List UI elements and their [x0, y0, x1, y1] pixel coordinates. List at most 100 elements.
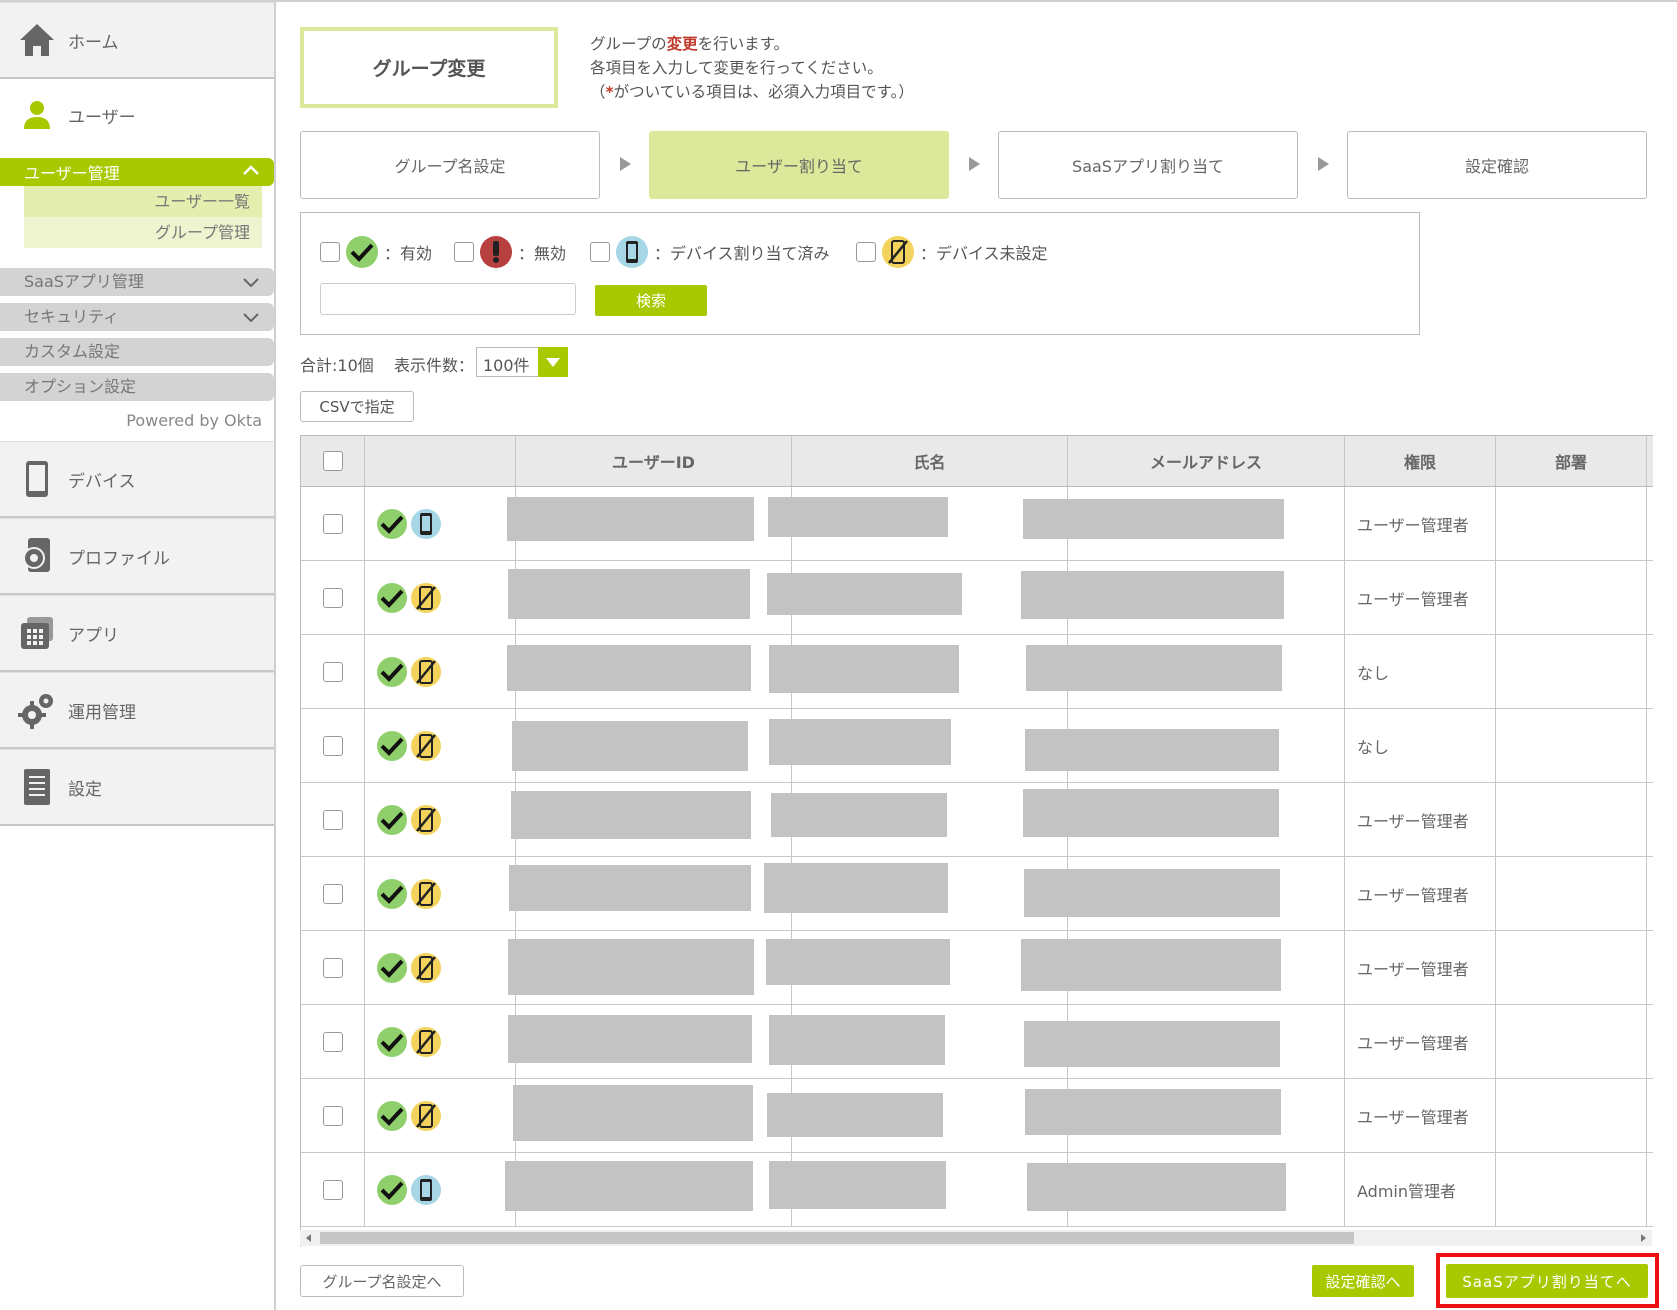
table-row[interactable]: なし — [301, 709, 1653, 783]
sidebar-item-option-settings[interactable]: オプション設定 — [0, 373, 274, 401]
table-row[interactable]: ユーザー管理者 — [301, 783, 1653, 857]
row-checkbox[interactable] — [322, 661, 343, 682]
select-all-checkbox[interactable] — [322, 451, 343, 471]
filter-device-unset[interactable]: ：デバイス未設定 — [856, 236, 1048, 268]
row-select-cell — [301, 1153, 365, 1226]
csv-specify-button[interactable]: CSVで指定 — [300, 391, 414, 422]
sidebar-item-security[interactable]: セキュリティ — [0, 303, 274, 331]
sidebar-item-app[interactable]: アプリ — [0, 595, 274, 672]
header-user-id[interactable]: ユーザーID — [516, 436, 792, 486]
row-checkbox[interactable] — [322, 957, 343, 978]
sidebar-item-saas-app-management[interactable]: SaaSアプリ管理 — [0, 268, 274, 296]
filter-device-unset-checkbox[interactable] — [856, 242, 876, 262]
header-select-all[interactable] — [301, 436, 365, 486]
redacted-name — [767, 573, 962, 615]
redacted-user-id — [513, 1085, 753, 1141]
row-checkbox[interactable] — [322, 1105, 343, 1126]
search-input[interactable] — [320, 283, 576, 315]
sidebar-label-security: セキュリティ — [24, 307, 120, 326]
table-row[interactable]: ユーザー管理者 — [301, 1005, 1653, 1079]
table-row[interactable]: Admin管理者 — [301, 1153, 1653, 1227]
row-department-cell — [1496, 1153, 1647, 1226]
check-icon — [377, 656, 407, 687]
phone-slash-icon — [411, 656, 441, 687]
row-role-cell: ユーザー管理者 — [1345, 931, 1496, 1004]
scroll-right-icon[interactable] — [1641, 1234, 1646, 1242]
sidebar-label-operations: 運用管理 — [68, 702, 136, 723]
row-select-cell — [301, 1079, 365, 1152]
row-status-cell — [365, 783, 516, 856]
header-role[interactable]: 権限 — [1345, 436, 1496, 486]
sidebar-item-user-management[interactable]: ユーザー管理 — [0, 158, 274, 186]
sidebar-subitem-user-list[interactable]: ユーザー一覧 — [24, 186, 262, 217]
sidebar-item-custom-settings[interactable]: カスタム設定 — [0, 338, 274, 366]
redacted-email — [1024, 1021, 1280, 1067]
chevron-down-icon — [242, 307, 260, 335]
filter-valid[interactable]: ：有効 — [320, 236, 432, 268]
sidebar-label-saas: SaaSアプリ管理 — [24, 272, 144, 291]
redacted-name — [771, 793, 947, 837]
sidebar-item-settings[interactable]: 設定 — [0, 749, 274, 826]
sidebar-item-operations[interactable]: 運用管理 — [0, 672, 274, 749]
phone-icon — [411, 1174, 441, 1205]
row-checkbox[interactable] — [322, 513, 343, 534]
check-icon — [377, 508, 407, 539]
step-group-name[interactable]: グループ名設定 — [300, 131, 600, 199]
filter-invalid-checkbox[interactable] — [454, 242, 474, 262]
go-to-saas-assignment-button[interactable]: SaaSアプリ割り当てへ — [1446, 1264, 1648, 1298]
step-user-assignment[interactable]: ユーザー割り当て — [649, 131, 949, 199]
row-checkbox[interactable] — [322, 809, 343, 830]
redacted-user-id — [512, 721, 748, 771]
step-confirm[interactable]: 設定確認 — [1347, 131, 1647, 199]
filter-device-assigned-checkbox[interactable] — [590, 242, 610, 262]
desc-text: 各項目を入力して変更を行ってください。 — [590, 59, 883, 77]
table-row[interactable]: ユーザー管理者 — [301, 561, 1653, 635]
filter-valid-checkbox[interactable] — [320, 242, 340, 262]
sidebar-item-user[interactable]: ユーザー — [0, 79, 274, 151]
back-to-group-name-button[interactable]: グループ名設定へ — [300, 1265, 464, 1297]
row-status-cell — [365, 857, 516, 930]
row-department-cell — [1496, 783, 1647, 856]
header-name[interactable]: 氏名 — [792, 436, 1068, 486]
header-email[interactable]: メールアドレス — [1068, 436, 1345, 486]
step-saas-app-assignment[interactable]: SaaSアプリ割り当て — [998, 131, 1298, 199]
table-row[interactable]: なし — [301, 635, 1653, 709]
sidebar-item-profile[interactable]: プロファイル — [0, 518, 274, 595]
sidebar-subitem-group-management[interactable]: グループ管理 — [24, 217, 262, 248]
sidebar-item-device[interactable]: デバイス — [0, 441, 274, 518]
user-icon — [18, 96, 56, 134]
filter-device-assigned[interactable]: ：デバイス割り当て済み — [590, 236, 830, 268]
horizontal-scrollbar[interactable] — [300, 1230, 1652, 1246]
row-role-cell: ユーザー管理者 — [1345, 1079, 1496, 1152]
row-checkbox[interactable] — [322, 587, 343, 608]
user-table: ユーザーID 氏名 メールアドレス 権限 部署 ユーザー管理者 ユーザー管理者 なし… — [300, 435, 1653, 1247]
redacted-name — [769, 719, 951, 765]
chevron-down-icon — [242, 272, 260, 300]
phone-slash-icon — [411, 1026, 441, 1057]
header-department[interactable]: 部署 — [1496, 436, 1647, 486]
row-select-cell — [301, 783, 365, 856]
go-to-confirm-button[interactable]: 設定確認へ — [1312, 1265, 1414, 1297]
sidebar-label-app: アプリ — [68, 625, 119, 646]
table-row[interactable]: ユーザー管理者 — [301, 1079, 1653, 1153]
filter-invalid-label: ：無効 — [518, 244, 567, 263]
search-button[interactable]: 検索 — [595, 285, 707, 316]
table-row[interactable]: ユーザー管理者 — [301, 857, 1653, 931]
sidebar: ホーム ユーザー ユーザー管理 ユーザー一覧 グループ管理 SaaSアプリ管理 … — [0, 2, 276, 1310]
sidebar-item-home[interactable]: ホーム — [0, 2, 274, 79]
row-checkbox[interactable] — [322, 735, 343, 756]
row-checkbox[interactable] — [322, 883, 343, 904]
scroll-thumb[interactable] — [320, 1232, 1354, 1244]
per-page-select[interactable]: 100件 — [476, 347, 568, 377]
total-count: 合計:10個 — [300, 356, 374, 375]
check-icon — [377, 1174, 407, 1205]
row-checkbox[interactable] — [322, 1031, 343, 1052]
desc-highlight: 変更 — [666, 35, 698, 53]
row-checkbox[interactable] — [322, 1179, 343, 1200]
table-row[interactable]: ユーザー管理者 — [301, 931, 1653, 1005]
redacted-user-id — [507, 645, 751, 691]
desc-text: グループの — [590, 35, 667, 53]
table-row[interactable]: ユーザー管理者 — [301, 487, 1653, 561]
scroll-left-icon[interactable] — [306, 1234, 311, 1242]
filter-invalid[interactable]: ：無効 — [454, 236, 566, 268]
